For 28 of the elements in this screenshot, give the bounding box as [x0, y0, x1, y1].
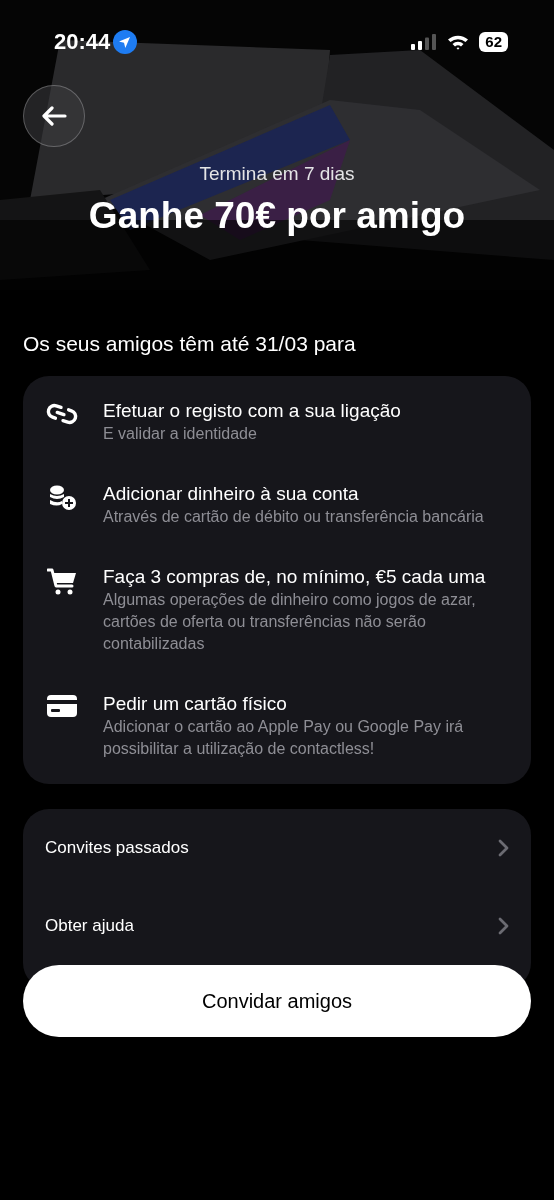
- section-heading: Os seus amigos têm até 31/03 para: [22, 331, 357, 357]
- step-description: Adicionar o cartão ao Apple Pay ou Google Pay irá possibilitar a utilização de contactless!: [103, 717, 465, 759]
- status-time: 20:44: [54, 29, 111, 55]
- countdown-text: Termina em 7 dias: [198, 163, 356, 185]
- chevron-right-icon: [497, 917, 509, 935]
- chevron-right-icon: [497, 839, 509, 857]
- step-title: Faça 3 compras de, no mínimo, €5 cada uma: [103, 565, 487, 589]
- back-arrow-icon: [41, 106, 67, 126]
- step-title: Pedir um cartão físico: [103, 692, 288, 716]
- battery-indicator: 62: [479, 32, 508, 52]
- step-title: Adicionar dinheiro à sua conta: [103, 482, 360, 506]
- credit-card-icon: [47, 695, 77, 717]
- wifi-icon: [447, 34, 470, 50]
- step-title: Efetuar o registo com a sua ligação: [103, 399, 402, 423]
- step-description: E validar a identidade: [103, 424, 258, 444]
- shopping-cart-icon: [47, 568, 77, 596]
- menu-row-label: Obter ajuda: [45, 916, 134, 936]
- step-description: Através de cartão de débito ou transferência bancária: [103, 507, 485, 527]
- menu-row[interactable]: Obter ajuda: [45, 887, 509, 965]
- coins-plus-icon: [47, 485, 77, 511]
- location-icon: [113, 30, 138, 54]
- step-description: Algumas operações de dinheiro como jogos de azar, cartões de oferta ou transferências não serão contabilizadas: [103, 590, 477, 654]
- menu-row-label: Convites passados: [45, 838, 189, 858]
- invite-friends-button[interactable]: Convidar amigos: [23, 965, 531, 1037]
- link-icon: [46, 402, 78, 426]
- signal-icon: [411, 34, 438, 50]
- page-title: Ganhe 70€ por amigo: [87, 195, 467, 237]
- menu-row[interactable]: Convites passados: [45, 809, 509, 887]
